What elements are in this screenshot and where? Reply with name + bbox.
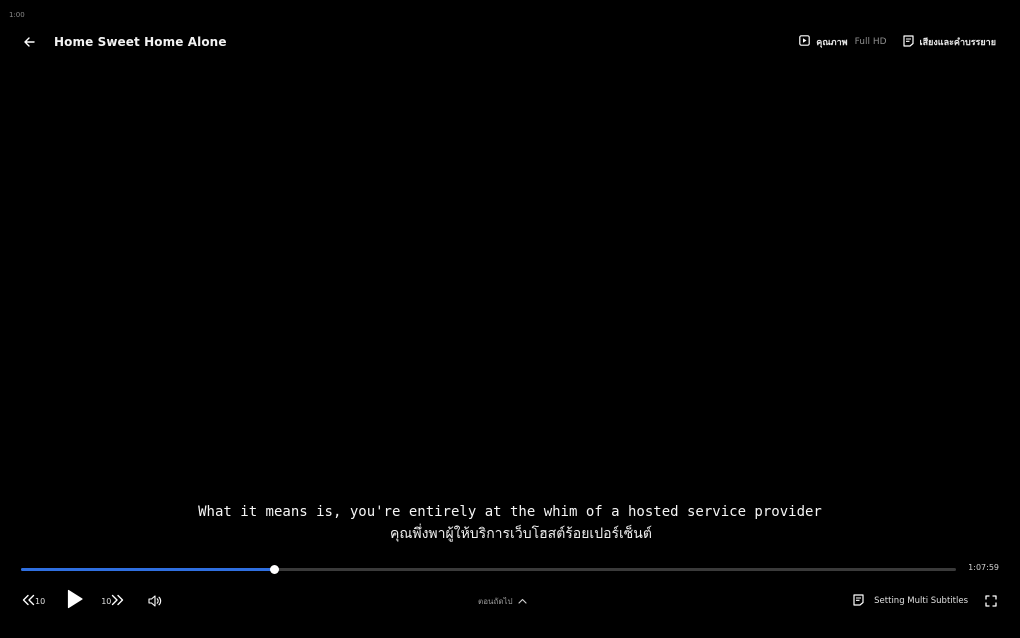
next-episode-label: ตอนถัดไป bbox=[478, 597, 513, 606]
bottom-right-controls: Setting Multi Subtitles bbox=[853, 593, 998, 609]
fullscreen-button[interactable] bbox=[984, 594, 998, 608]
fullscreen-icon bbox=[985, 592, 997, 611]
top-bar-right: คุณภาพ Full HD เสียงและคำบรรยาย bbox=[799, 33, 996, 51]
play-button[interactable] bbox=[64, 589, 86, 613]
subtitle-overlay: What it means is, you're entirely at the… bbox=[0, 501, 1020, 545]
progress-bar[interactable] bbox=[21, 565, 956, 574]
volume-button[interactable] bbox=[147, 593, 163, 609]
video-player[interactable]: 1:00 Home Sweet Home Alone คุณภาพ Full H… bbox=[0, 0, 1020, 638]
rewind-seconds: 10 bbox=[35, 596, 46, 606]
rewind-icon bbox=[22, 594, 35, 608]
subtitle-icon bbox=[902, 34, 914, 50]
rewind-button[interactable]: 10 bbox=[22, 594, 45, 608]
forward-icon bbox=[111, 594, 124, 608]
chevron-up-icon bbox=[518, 597, 527, 606]
subtitle-english: What it means is, you're entirely at the… bbox=[198, 504, 822, 520]
video-title: Home Sweet Home Alone bbox=[54, 35, 227, 49]
multi-subtitles-button[interactable]: Setting Multi Subtitles bbox=[853, 593, 968, 609]
play-icon bbox=[67, 589, 83, 613]
quality-button[interactable]: คุณภาพ Full HD bbox=[799, 35, 887, 49]
subtitle-thai: คุณพึ่งพาผู้ให้บริการเว็บโฮสต์ร้อยเปอร์เ… bbox=[390, 526, 652, 542]
quality-icon bbox=[799, 35, 811, 49]
audio-subtitle-label: เสียงและคำบรรยาย bbox=[919, 38, 996, 48]
quality-label: คุณภาพ bbox=[816, 38, 848, 48]
arrow-left-icon[interactable] bbox=[20, 33, 38, 51]
audio-subtitle-button[interactable]: เสียงและคำบรรยาย bbox=[902, 34, 996, 50]
next-episode-button[interactable]: ตอนถัดไป bbox=[478, 595, 527, 608]
volume-icon bbox=[148, 592, 162, 611]
forward-button[interactable]: 10 bbox=[101, 594, 124, 608]
progress-thumb[interactable] bbox=[269, 565, 279, 574]
multi-subtitles-label: Setting Multi Subtitles bbox=[874, 596, 968, 606]
quality-value: Full HD bbox=[854, 37, 887, 47]
subtitle-icon bbox=[853, 593, 864, 609]
playback-controls: 10 10 bbox=[22, 589, 163, 613]
top-bar-left: Home Sweet Home Alone bbox=[20, 32, 227, 52]
duration-label: 1:07:59 bbox=[968, 563, 999, 572]
corner-time: 1:00 bbox=[9, 11, 25, 19]
forward-seconds: 10 bbox=[101, 596, 112, 606]
progress-fill bbox=[21, 568, 275, 571]
